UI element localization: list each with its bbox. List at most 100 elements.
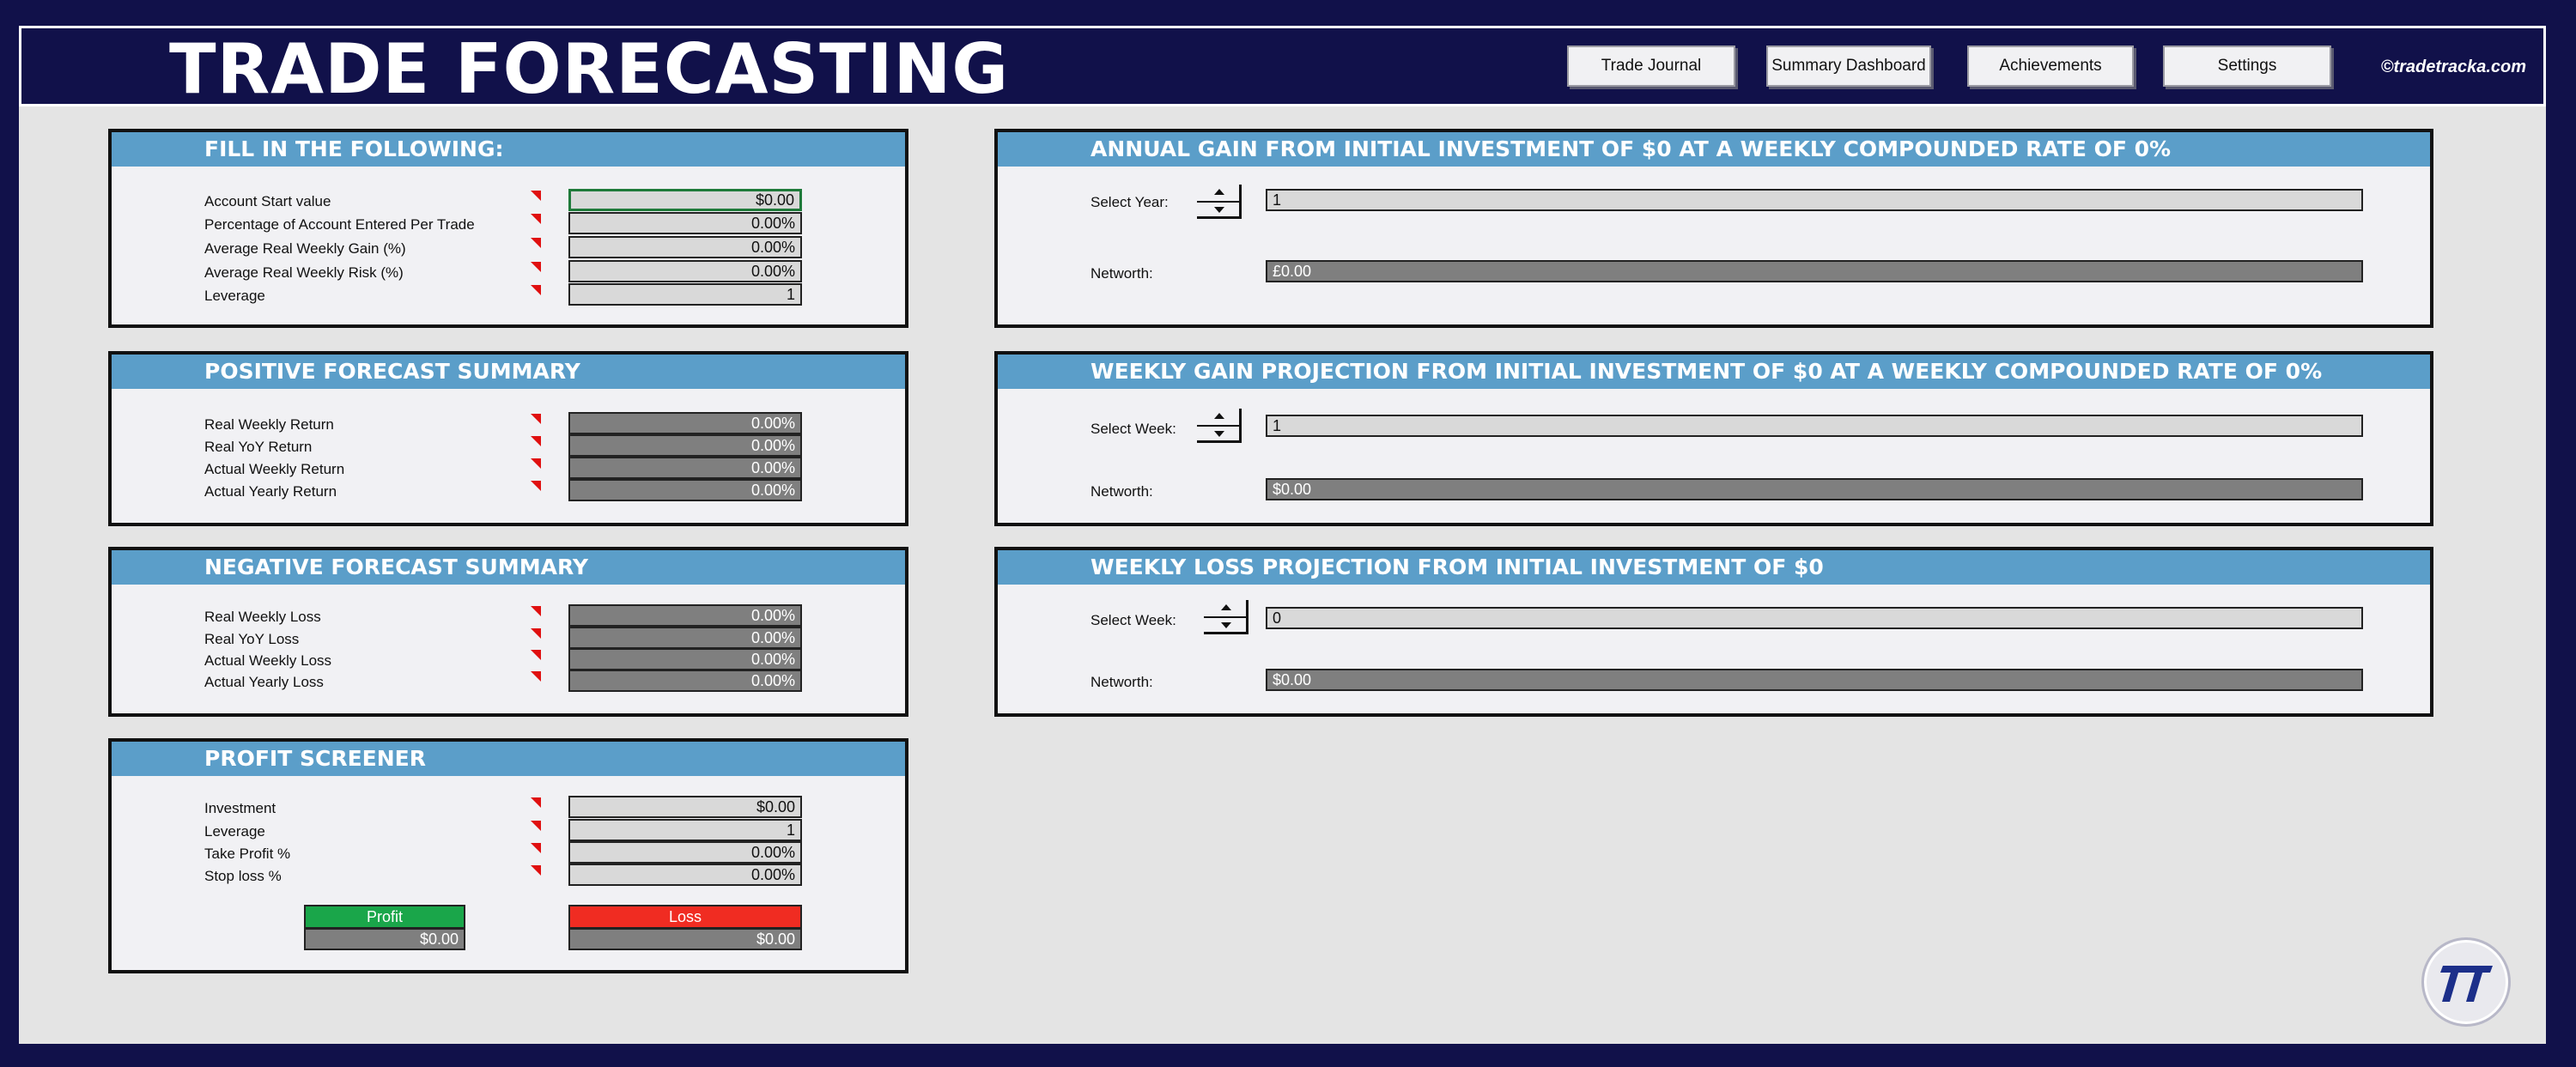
- actual-yearly-return-label: Actual Yearly Return: [204, 483, 337, 500]
- weekly-risk-input[interactable]: 0.00%: [568, 260, 802, 282]
- loss-week-value[interactable]: 0: [1266, 607, 2363, 629]
- screener-leverage-label: Leverage: [204, 823, 265, 840]
- actual-weekly-loss-label: Actual Weekly Loss: [204, 652, 332, 669]
- weekly-gain-label: Average Real Weekly Gain (%): [204, 240, 406, 257]
- note-indicator: [531, 606, 541, 616]
- real-weekly-loss-value: 0.00%: [568, 604, 802, 627]
- real-yoy-return-value: 0.00%: [568, 434, 802, 457]
- page-title: TRADE FORECASTING: [169, 29, 1010, 109]
- panel-header: NEGATIVE FORECAST SUMMARY: [112, 550, 905, 585]
- account-start-input[interactable]: $0.00: [568, 189, 802, 211]
- negative-forecast-panel: NEGATIVE FORECAST SUMMARY Real Weekly Lo…: [108, 547, 908, 717]
- note-indicator: [531, 797, 541, 808]
- percent-entered-label: Percentage of Account Entered Per Trade: [204, 216, 475, 233]
- percent-entered-input[interactable]: 0.00%: [568, 212, 802, 234]
- account-start-label: Account Start value: [204, 193, 331, 209]
- note-indicator: [531, 214, 541, 224]
- note-indicator: [531, 650, 541, 660]
- weekly-gain-panel: WEEKLY GAIN PROJECTION FROM INITIAL INVE…: [994, 351, 2433, 526]
- annual-gain-panel: ANNUAL GAIN FROM INITIAL INVESTMENT OF $…: [994, 129, 2433, 328]
- panel-header: FILL IN THE FOLLOWING:: [112, 132, 905, 167]
- year-spinner[interactable]: [1197, 185, 1242, 219]
- fill-in-panel: FILL IN THE FOLLOWING: Account Start val…: [108, 129, 908, 328]
- leverage-input[interactable]: 1: [568, 283, 802, 306]
- real-yoy-loss-label: Real YoY Loss: [204, 631, 300, 647]
- positive-forecast-panel: POSITIVE FORECAST SUMMARY Real Weekly Re…: [108, 351, 908, 526]
- spin-down-icon[interactable]: [1214, 431, 1224, 437]
- panel-title: POSITIVE FORECAST SUMMARY: [204, 359, 580, 384]
- leverage-label: Leverage: [204, 288, 265, 304]
- real-yoy-loss-value: 0.00%: [568, 627, 802, 649]
- note-indicator: [531, 191, 541, 201]
- investment-label: Investment: [204, 800, 276, 816]
- real-weekly-return-value: 0.00%: [568, 412, 802, 434]
- week-spinner[interactable]: [1197, 409, 1242, 443]
- panel-header: POSITIVE FORECAST SUMMARY: [112, 355, 905, 389]
- note-indicator: [531, 821, 541, 831]
- panel-title: ANNUAL GAIN FROM INITIAL INVESTMENT OF $…: [1091, 136, 2172, 161]
- tradetracka-logo-icon: [2421, 937, 2511, 1027]
- stop-loss-label: Stop loss %: [204, 868, 282, 884]
- actual-weekly-return-label: Actual Weekly Return: [204, 461, 345, 477]
- panel-header: ANNUAL GAIN FROM INITIAL INVESTMENT OF $…: [998, 132, 2430, 167]
- panel-title: WEEKLY GAIN PROJECTION FROM INITIAL INVE…: [1091, 359, 2323, 384]
- summary-dashboard-button[interactable]: Summary Dashboard: [1766, 45, 1931, 87]
- note-indicator: [531, 458, 541, 469]
- trade-journal-button[interactable]: Trade Journal: [1567, 45, 1735, 87]
- panel-title: WEEKLY LOSS PROJECTION FROM INITIAL INVE…: [1091, 555, 1824, 579]
- actual-weekly-loss-value: 0.00%: [568, 648, 802, 670]
- achievements-button[interactable]: Achievements: [1967, 45, 2134, 87]
- annual-networth-value: £0.00: [1266, 260, 2363, 282]
- note-indicator: [531, 628, 541, 639]
- networth-label: Networth:: [1091, 265, 1153, 282]
- weekly-loss-panel: WEEKLY LOSS PROJECTION FROM INITIAL INVE…: [994, 547, 2433, 717]
- screener-leverage-input[interactable]: 1: [568, 819, 802, 841]
- take-profit-input[interactable]: 0.00%: [568, 841, 802, 864]
- stop-loss-input[interactable]: 0.00%: [568, 864, 802, 886]
- weekly-loss-networth-value: $0.00: [1266, 669, 2363, 691]
- actual-weekly-return-value: 0.00%: [568, 457, 802, 479]
- profit-header: Profit: [304, 905, 465, 929]
- real-yoy-return-label: Real YoY Return: [204, 439, 313, 455]
- week-value[interactable]: 1: [1266, 415, 2363, 437]
- note-indicator: [531, 262, 541, 272]
- weekly-gain-networth-value: $0.00: [1266, 478, 2363, 500]
- note-indicator: [531, 285, 541, 295]
- spin-up-icon[interactable]: [1214, 189, 1224, 195]
- spin-up-icon[interactable]: [1214, 413, 1224, 419]
- take-profit-label: Take Profit %: [204, 846, 291, 862]
- weekly-gain-input[interactable]: 0.00%: [568, 236, 802, 258]
- panel-header: WEEKLY GAIN PROJECTION FROM INITIAL INVE…: [998, 355, 2430, 389]
- spinner-divider: [1204, 616, 1246, 618]
- spin-down-icon[interactable]: [1214, 207, 1224, 213]
- copyright-text: ©tradetracka.com: [2380, 58, 2526, 76]
- panel-title: FILL IN THE FOLLOWING:: [204, 136, 504, 161]
- loss-value: $0.00: [568, 928, 802, 950]
- panel-header: PROFIT SCREENER: [112, 742, 905, 776]
- select-year-label: Select Year:: [1091, 194, 1169, 210]
- note-indicator: [531, 843, 541, 853]
- spin-down-icon[interactable]: [1221, 622, 1231, 628]
- panel-header: WEEKLY LOSS PROJECTION FROM INITIAL INVE…: [998, 550, 2430, 585]
- select-week-label: Select Week:: [1091, 421, 1176, 437]
- panel-title: NEGATIVE FORECAST SUMMARY: [204, 555, 588, 579]
- actual-yearly-loss-label: Actual Yearly Loss: [204, 674, 324, 690]
- profit-screener-panel: PROFIT SCREENER Investment $0.00 Leverag…: [108, 738, 908, 973]
- settings-button[interactable]: Settings: [2163, 45, 2331, 87]
- loss-header: Loss: [568, 905, 802, 929]
- real-weekly-loss-label: Real Weekly Loss: [204, 609, 321, 625]
- loss-week-spinner[interactable]: [1204, 600, 1249, 634]
- weekly-risk-label: Average Real Weekly Risk (%): [204, 264, 404, 281]
- note-indicator: [531, 671, 541, 682]
- profit-value: $0.00: [304, 928, 465, 950]
- spin-up-icon[interactable]: [1221, 604, 1231, 610]
- logo-mark-icon: [2440, 966, 2493, 1002]
- networth-label: Networth:: [1091, 483, 1153, 500]
- app-header: TRADE FORECASTING Trade Journal Summary …: [19, 26, 2546, 106]
- note-indicator: [531, 414, 541, 424]
- investment-input[interactable]: $0.00: [568, 796, 802, 818]
- year-value[interactable]: 1: [1266, 189, 2363, 211]
- actual-yearly-loss-value: 0.00%: [568, 670, 802, 692]
- spinner-divider: [1197, 425, 1239, 427]
- sheet-canvas: FILL IN THE FOLLOWING: Account Start val…: [19, 106, 2546, 1044]
